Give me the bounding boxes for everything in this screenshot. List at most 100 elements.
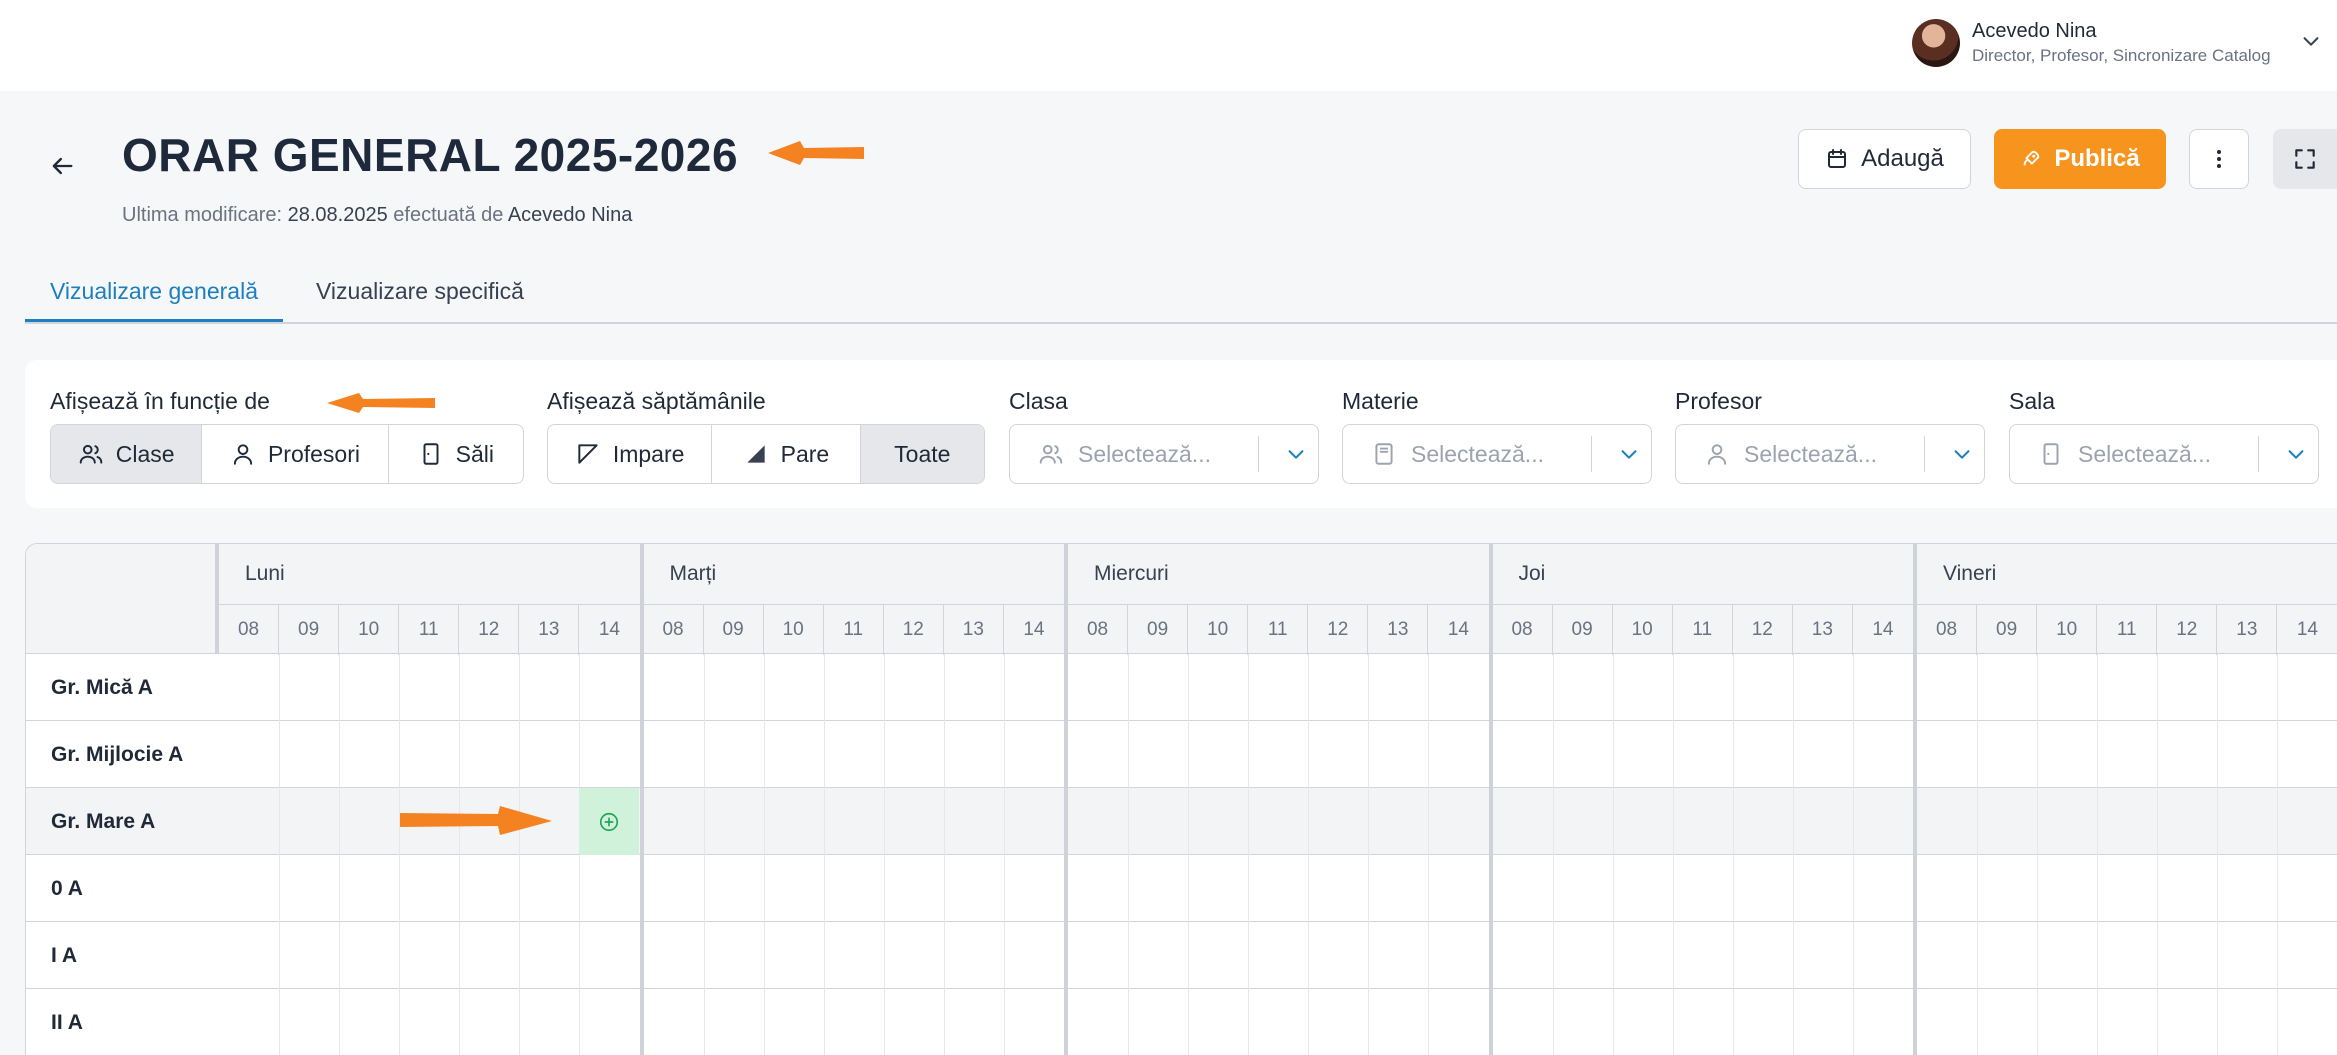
weeks-all-label: Toate — [894, 440, 951, 467]
day-header: Luni 08 09 10 11 12 13 14 — [219, 544, 640, 655]
grid-line — [1552, 654, 1554, 1055]
grid-line — [279, 654, 281, 1055]
weeks-label: Afișează săptămânile — [547, 388, 766, 414]
schedule-grid: Gr. Mică A Gr. Mijlocie A Gr. Mare A 0 A I A… — [25, 543, 2337, 1055]
grid-line — [1977, 654, 1979, 1055]
row-label: I A — [51, 943, 78, 967]
display-by-rooms-label: Săli — [455, 440, 494, 467]
annotation-arrow-icon — [327, 393, 435, 413]
user-icon — [1704, 441, 1730, 467]
back-button[interactable] — [44, 148, 80, 184]
hour-label: 11 — [1248, 605, 1309, 655]
hour-label: 13 — [2217, 605, 2278, 655]
door-icon — [423, 443, 439, 465]
grid-line — [1003, 654, 1005, 1055]
hour-label: 12 — [2157, 605, 2218, 655]
hour-label: 08 — [1493, 605, 1553, 655]
teacher-select[interactable]: Selectează... — [1675, 424, 1985, 484]
hour-label: 11 — [399, 605, 460, 655]
publish-button-label: Publică — [2054, 145, 2140, 172]
filter-panel: Afișează în funcție de Clase Profesori S… — [25, 360, 2337, 508]
more-options-button[interactable] — [2189, 129, 2249, 189]
hour-label: 14 — [598, 619, 620, 640]
triangle-outline-icon — [578, 444, 598, 464]
table-row: I A — [26, 922, 2337, 989]
more-vertical-icon — [2217, 150, 2221, 168]
class-filter-label: Clasa — [1009, 388, 1068, 414]
weeks-even-button[interactable]: Pare — [712, 425, 861, 483]
hour-label: 14 — [1447, 619, 1469, 640]
room-select-placeholder: Selectează... — [2078, 440, 2211, 467]
day-header: Miercuri 08 09 10 11 12 13 14 — [1068, 544, 1489, 655]
day-header: Joi 08 09 10 11 12 13 14 — [1492, 544, 1913, 655]
subject-select[interactable]: Selectează... — [1342, 424, 1652, 484]
grid-line — [399, 654, 401, 1055]
grid-line — [1672, 654, 1674, 1055]
hour-label: 13 — [1368, 605, 1429, 655]
row-label: Gr. Mijlocie A — [51, 742, 184, 766]
weeks-all-button[interactable]: Toate — [860, 425, 984, 483]
hour-label: 12 — [1733, 605, 1793, 655]
display-by-teachers-label: Profesori — [267, 440, 360, 467]
hour-label: 10 — [2037, 605, 2098, 655]
divider — [1258, 436, 1259, 472]
row-label: 0 A — [51, 876, 83, 900]
row-label: Gr. Mică A — [51, 675, 153, 699]
last-mod-prefix: Ultima modificare: — [122, 204, 283, 226]
grid-line — [1428, 654, 1430, 1055]
display-by-rooms-button[interactable]: Săli — [389, 425, 523, 483]
hour-label: 10 — [1188, 605, 1249, 655]
tab-specific-view[interactable]: Vizualizare specifică — [316, 278, 524, 322]
fullscreen-button[interactable] — [2273, 129, 2337, 189]
tab-general-view[interactable]: Vizualizare generală — [25, 278, 283, 322]
hour-label: 11 — [824, 605, 884, 655]
table-row: Gr. Mică A — [26, 654, 2337, 721]
grid-line — [1368, 654, 1370, 1055]
day-name: Marți — [669, 562, 717, 585]
display-by-toggle: Clase Profesori Săli — [50, 424, 524, 484]
display-by-teachers-button[interactable]: Profesori — [202, 425, 389, 483]
fullscreen-icon — [2295, 149, 2315, 169]
grid-line — [823, 654, 825, 1055]
plus-circle-icon — [600, 812, 619, 831]
grid-line — [339, 654, 341, 1055]
hours-row: 08 09 10 11 12 13 14 — [219, 604, 640, 655]
hours-row: 08 09 10 11 12 13 14 — [643, 604, 1064, 655]
add-button[interactable]: Adaugă — [1798, 129, 1971, 189]
hour-label: 10 — [1613, 605, 1673, 655]
weeks-odd-button[interactable]: Impare — [548, 425, 713, 483]
room-select[interactable]: Selectează... — [2009, 424, 2319, 484]
book-icon — [1371, 441, 1397, 467]
row-label: II A — [51, 1010, 83, 1034]
publish-button[interactable]: Publică — [1994, 129, 2166, 189]
day-header: Marți 08 09 10 11 12 13 14 — [643, 544, 1064, 655]
hour-label: 13 — [519, 605, 580, 655]
display-by-classes-button[interactable]: Clase — [51, 425, 203, 483]
user-role: Director, Profesor, Sincronizare Catalog — [1972, 46, 2271, 65]
hour-label: 13 — [944, 605, 1004, 655]
hour-label: 09 — [1128, 605, 1189, 655]
divider — [2258, 436, 2259, 472]
teacher-select-placeholder: Selectează... — [1744, 440, 1877, 467]
calendar-icon — [1828, 149, 1847, 168]
arrow-left-icon — [52, 157, 73, 175]
grid-line — [763, 654, 765, 1055]
hour-label: 10 — [339, 605, 400, 655]
grid-line — [703, 654, 705, 1055]
grid-line — [1792, 654, 1794, 1055]
view-tabs: Vizualizare generală Vizualizare specifi… — [25, 268, 2337, 324]
hour-label: 09 — [279, 605, 340, 655]
user-menu[interactable]: Acevedo Nina Director, Profesor, Sincron… — [1912, 18, 2271, 68]
chevron-down-icon[interactable] — [2300, 30, 2322, 52]
rocket-icon — [2023, 150, 2040, 166]
hour-label: 08 — [1068, 605, 1129, 655]
hour-label: 09 — [704, 605, 764, 655]
class-select[interactable]: Selectează... — [1009, 424, 1319, 484]
hour-label: 08 — [219, 605, 280, 655]
grid-line — [1248, 654, 1250, 1055]
grid-line — [2097, 654, 2099, 1055]
add-lesson-cell[interactable] — [579, 788, 640, 855]
last-modified-info: Ultima modificare: 28.08.2025 efectuată … — [122, 204, 632, 227]
grid-line — [1188, 654, 1190, 1055]
chevron-down-icon — [1621, 450, 1637, 459]
